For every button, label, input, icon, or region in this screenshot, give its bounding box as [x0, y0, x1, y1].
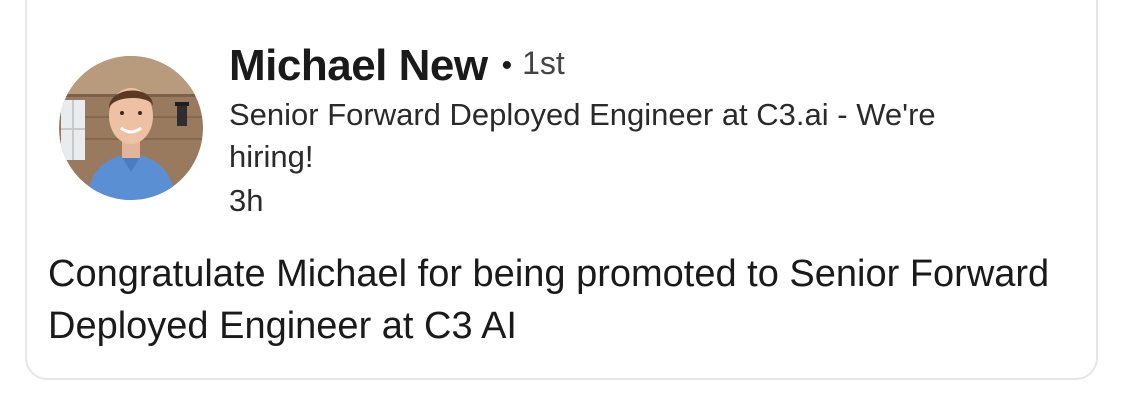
separator-dot: •: [501, 49, 513, 82]
connection-degree: 1st: [522, 44, 565, 81]
author-name[interactable]: Michael New: [229, 41, 488, 91]
author-headline: Senior Forward Deployed Engineer at C3.a…: [229, 97, 936, 174]
profile-photo-icon: [59, 56, 203, 200]
post-timestamp: 3h: [229, 183, 264, 218]
avatar[interactable]: [59, 56, 203, 200]
author-row: Michael New • 1st: [229, 36, 565, 96]
post-body: Congratulate Michael for being promoted …: [48, 253, 1050, 347]
